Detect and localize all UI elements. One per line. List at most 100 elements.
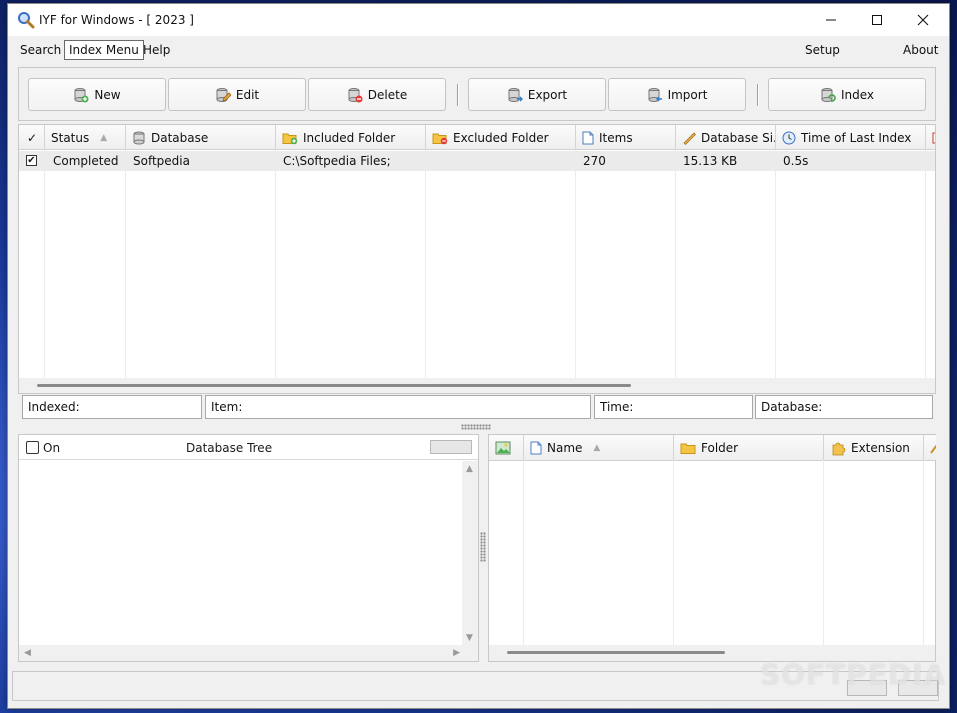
database-field: Database:	[755, 395, 933, 419]
column-header-included-folder[interactable]: Included Folder	[276, 125, 426, 150]
column-divider	[425, 150, 426, 378]
window-title: IYF for Windows - [ 2023 ]	[39, 13, 194, 27]
column-header-name[interactable]: Name ▲	[524, 435, 674, 460]
column-divider	[923, 460, 924, 646]
column-header-overflow[interactable]	[926, 125, 935, 150]
sort-ascending-icon: ▲	[593, 442, 601, 453]
column-divider	[925, 150, 926, 378]
magnifier-app-icon	[17, 11, 35, 29]
database-export-icon	[507, 87, 523, 103]
included-folder-column-label: Included Folder	[303, 130, 396, 145]
ruler-icon	[930, 441, 936, 455]
column-header-database-size[interactable]: Database Si...	[676, 125, 776, 150]
new-button[interactable]: New	[28, 78, 166, 111]
column-header-status[interactable]: Status ▲	[45, 125, 126, 150]
row-database-size: 15.13 KB	[683, 154, 738, 168]
menu-search[interactable]: Search	[20, 43, 61, 57]
scrollbar-thumb[interactable]	[507, 651, 725, 654]
row-items: 270	[583, 154, 606, 168]
column-divider	[673, 460, 674, 646]
status-column-label: Status	[51, 130, 90, 145]
import-button[interactable]: Import	[608, 78, 746, 111]
database-refresh-icon	[820, 87, 836, 103]
column-header-excluded-folder[interactable]: Excluded Folder	[426, 125, 576, 150]
close-button[interactable]	[900, 4, 946, 36]
column-header-overflow[interactable]	[924, 435, 936, 460]
database-tree-pane: On Database Tree ▲ ▼ ◀ ▶	[18, 434, 479, 662]
toolbar-separator	[757, 84, 759, 106]
title-bar: IYF for Windows - [ 2023 ]	[8, 4, 949, 36]
index-button[interactable]: Index	[768, 78, 926, 111]
column-divider	[575, 150, 576, 378]
column-header-thumbnail[interactable]	[489, 435, 524, 460]
folder-icon	[680, 441, 696, 455]
table-header: ✓ Status ▲ Database Included Folder Excl…	[19, 125, 935, 150]
maximize-button[interactable]	[854, 4, 900, 36]
puzzle-icon	[830, 440, 846, 456]
database-edit-icon	[215, 87, 231, 103]
scrollbar-thumb[interactable]	[37, 384, 631, 387]
file-list-pane: Name ▲ Folder Extension	[488, 434, 936, 662]
header-divider	[489, 460, 935, 461]
menu-about[interactable]: About	[903, 43, 938, 57]
softpedia-watermark: SOFTPEDIA	[760, 658, 947, 691]
menu-bar: Search Index Menu Help Setup About	[8, 36, 949, 64]
column-divider	[823, 460, 824, 646]
edit-button[interactable]: Edit	[168, 78, 306, 111]
column-divider	[675, 150, 676, 378]
tree-horizontal-scrollbar[interactable]: ◀ ▶	[19, 645, 478, 661]
time-field: Time:	[594, 395, 753, 419]
clock-icon	[782, 131, 796, 145]
menu-help[interactable]: Help	[143, 43, 170, 57]
column-header-time-of-last-index[interactable]: Time of Last Index	[776, 125, 926, 150]
column-header-extension[interactable]: Extension	[824, 435, 924, 460]
menu-setup[interactable]: Setup	[805, 43, 840, 57]
folder-column-label: Folder	[701, 440, 739, 455]
vertical-splitter-grip[interactable]	[480, 532, 486, 562]
scroll-right-icon[interactable]: ▶	[453, 648, 460, 658]
column-divider	[125, 150, 126, 378]
horizontal-splitter-grip[interactable]	[461, 424, 491, 430]
menu-index[interactable]: Index Menu	[64, 40, 144, 60]
edit-label: Edit	[235, 87, 260, 102]
scroll-left-icon[interactable]: ◀	[24, 648, 31, 658]
on-label: On	[43, 441, 61, 455]
database-icon	[132, 131, 146, 145]
database-column-label: Database	[151, 130, 209, 145]
scroll-up-icon[interactable]: ▲	[466, 464, 473, 474]
toolbar: New Edit Delete Export Import Index	[18, 67, 936, 121]
toolbar-separator	[457, 84, 459, 106]
tree-progress-bar	[430, 440, 472, 454]
minimize-button[interactable]	[808, 4, 854, 36]
database-delete-icon	[347, 87, 363, 103]
row-database: Softpedia	[133, 154, 190, 168]
row-checkbox[interactable]: ✔	[26, 155, 37, 166]
row-status: Completed	[53, 154, 119, 168]
column-divider	[275, 150, 276, 378]
horizontal-scrollbar[interactable]	[19, 378, 935, 393]
column-header-check[interactable]: ✓	[19, 125, 45, 150]
tree-vertical-scrollbar[interactable]: ▲ ▼	[462, 461, 478, 646]
export-button[interactable]: Export	[468, 78, 606, 111]
delete-button[interactable]: Delete	[308, 78, 446, 111]
on-checkbox[interactable]	[26, 441, 39, 454]
new-label: New	[94, 87, 121, 102]
database-import-icon	[647, 87, 663, 103]
column-divider	[523, 460, 524, 646]
column-header-folder[interactable]: Folder	[674, 435, 824, 460]
column-header-database[interactable]: Database	[126, 125, 276, 150]
table-row[interactable]: ✔ Completed Softpedia C:\Softpedia Files…	[19, 151, 935, 171]
excluded-folder-column-label: Excluded Folder	[453, 130, 549, 145]
database-size-column-label: Database Si...	[701, 130, 775, 145]
calendar-icon	[932, 131, 935, 145]
export-label: Export	[527, 87, 568, 102]
column-divider	[44, 150, 45, 378]
row-included-folder: C:\Softpedia Files;	[283, 154, 391, 168]
extension-column-label: Extension	[851, 440, 910, 455]
row-time-of-last-index: 0.5s	[783, 154, 809, 168]
scroll-down-icon[interactable]: ▼	[466, 633, 473, 643]
name-column-label: Name	[547, 440, 583, 455]
time-of-last-index-column-label: Time of Last Index	[801, 130, 912, 145]
image-icon	[495, 441, 511, 455]
column-header-items[interactable]: Items	[576, 125, 676, 150]
